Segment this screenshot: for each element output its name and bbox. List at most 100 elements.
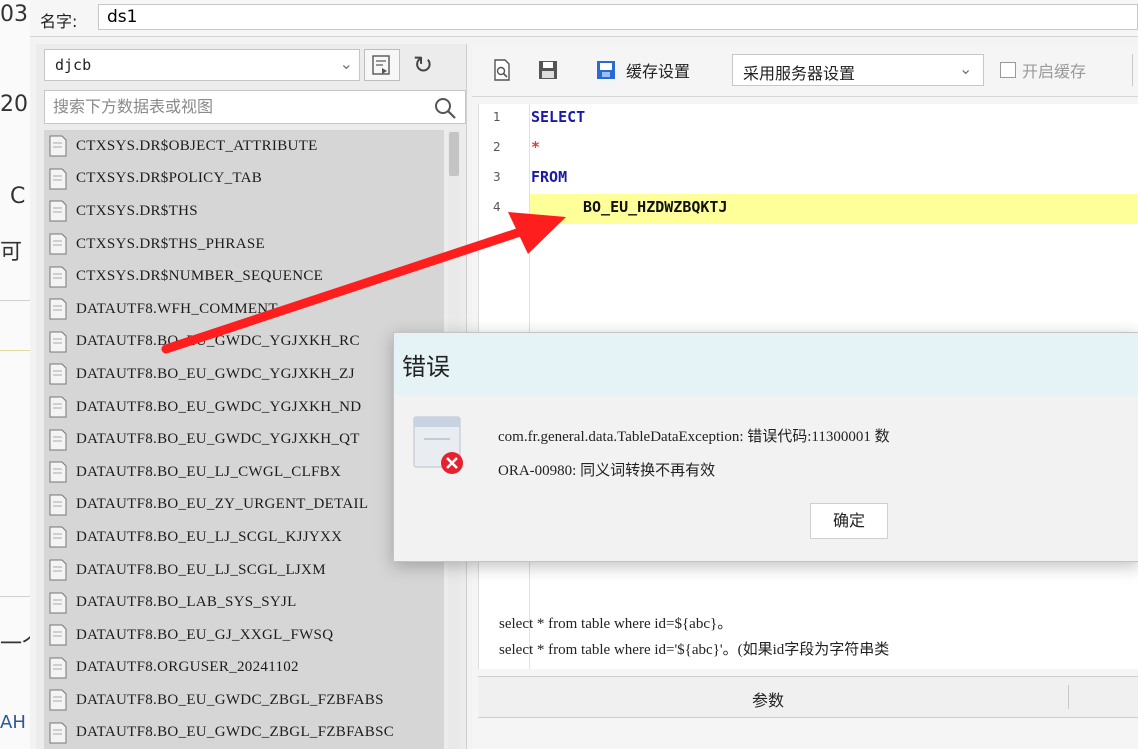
refresh-icon[interactable]: ↻ [408,48,438,82]
table-icon [49,657,67,679]
background-text: AH [0,712,26,733]
preview-sql-icon[interactable] [490,58,514,82]
table-icon [49,461,67,483]
parameters-header: 参数 [478,676,1138,718]
table-name: DATAUTF8.BO_EU_GWDC_ZBGL_FZBFABS [76,691,384,708]
background-divider [0,300,30,301]
table-name: CTXSYS.DR$THS [76,202,198,219]
table-name: CTXSYS.DR$NUMBER_SEQUENCE [76,268,324,285]
error-icon [413,416,463,474]
enable-cache-label: 开启缓存 [1022,62,1087,81]
dialog-title: 错误 [402,353,450,381]
table-name: CTXSYS.DR$OBJECT_ATTRIBUTE [76,137,318,154]
table-name: DATAUTF8.BO_EU_ZY_URGENT_DETAIL [76,496,369,513]
table-list-item[interactable]: DATAUTF8.BO_EU_GWDC_YGJXKH_RC [44,325,444,359]
table-list-item[interactable]: DATAUTF8.BO_EU_GWDC_YGJXKH_ZJ [44,358,444,391]
line-number: 4 [493,200,501,214]
connection-select[interactable]: djcb ⌄ [44,49,360,81]
error-dialog: 错误 com.fr.general.data.TableDataExceptio… [393,332,1138,562]
table-name: DATAUTF8.BO_EU_GWDC_ZBGL_FZBFABSC [76,724,395,741]
table-name: CTXSYS.DR$THS_PHRASE [76,235,265,252]
line-number: 1 [493,110,501,124]
table-icon [49,494,67,516]
table-list-item[interactable]: DATAUTF8.BO_EU_LJ_SCGL_LJXM [44,553,444,587]
checkbox-icon [1000,62,1016,78]
background-divider [0,596,30,597]
table-name: DATAUTF8.BO_EU_GWDC_YGJXKH_QT [76,431,360,448]
line-number: 3 [493,170,501,184]
background-text: 一个 [0,632,30,657]
background-text: 20 [0,92,28,117]
connection-value: djcb [55,56,92,74]
table-icon [49,233,67,255]
sql-line: FROM [531,168,568,186]
table-icon [49,526,67,548]
cache-mode-value: 采用服务器设置 [743,64,856,83]
table-icon [49,168,67,190]
table-icon [49,624,67,646]
sql-line: BO_EU_HZDWZBQKTJ [583,198,728,216]
table-icon [49,592,67,614]
save-icon[interactable] [536,58,560,82]
table-list-item[interactable]: CTXSYS.DR$OBJECT_ATTRIBUTE [44,130,444,163]
table-icon [49,331,67,353]
cache-settings-label: 缓存设置 [626,62,691,81]
column-divider [1068,685,1069,709]
table-list-item[interactable]: CTXSYS.DR$THS_PHRASE [44,227,444,261]
table-name: DATAUTF8.BO_EU_LJ_SCGL_LJXM [76,561,326,578]
table-name: DATAUTF8.BO_EU_LJ_CWGL_CLFBX [76,463,342,480]
table-icon [49,363,67,385]
parameters-label: 参数 [752,691,785,710]
table-name: DATAUTF8.BO_EU_GWDC_YGJXKH_RC [76,333,360,350]
sql-line: SELECT [531,108,586,126]
toolbar-divider [1132,54,1133,86]
table-list-item[interactable]: DATAUTF8.BO_EU_GJ_XXGL_FWSQ [44,618,444,652]
dialog-title-bar[interactable]: 错误 [394,333,1138,395]
table-name: DATAUTF8.BO_EU_LJ_SCGL_KJJYXX [76,528,343,545]
table-list-item[interactable]: DATAUTF8.BO_LAB_SYS_SYJL [44,586,444,619]
table-name: DATAUTF8.ORGUSER_20241102 [76,659,299,676]
table-icon [49,298,67,320]
table-list-item[interactable]: DATAUTF8.BO_EU_GWDC_YGJXKH_ND [44,390,444,424]
table-name: DATAUTF8.BO_EU_GWDC_YGJXKH_ZJ [76,365,355,382]
table-list-item[interactable]: CTXSYS.DR$THS [44,195,444,228]
table-list-item[interactable]: DATAUTF8.BO_EU_LJ_CWGL_CLFBX [44,455,444,489]
background-divider [0,350,30,351]
table-list-item[interactable]: CTXSYS.DR$POLICY_TAB [44,162,444,196]
table-search-box [44,90,466,124]
scrollbar-thumb[interactable] [449,132,459,176]
table-list-item[interactable]: DATAUTF8.BO_EU_GWDC_ZBGL_FZBFABSC [44,716,444,749]
name-label: 名字: [40,12,78,31]
background-window: 03 20 C 可 一个 AH [0,0,31,749]
table-icon [49,396,67,418]
sql-line: * [531,138,541,156]
cache-settings-icon[interactable] [594,58,618,82]
table-icon [49,266,67,288]
table-search-input[interactable] [51,96,415,117]
table-list-item[interactable]: DATAUTF8.BO_EU_ZY_URGENT_DETAIL [44,488,444,522]
preview-connection-button[interactable] [364,49,400,81]
preview-icon [372,55,390,75]
chevron-down-icon: ⌄ [959,59,973,78]
enable-cache-checkbox[interactable]: 开启缓存 [1000,58,1086,82]
table-icon [49,135,67,157]
cache-mode-select[interactable]: 采用服务器设置 ⌄ [732,54,984,86]
background-text: C [10,184,26,209]
table-list-item[interactable]: DATAUTF8.BO_EU_GWDC_YGJXKH_QT [44,423,444,456]
table-name: DATAUTF8.BO_EU_GJ_XXGL_FWSQ [76,626,334,643]
table-name: CTXSYS.DR$POLICY_TAB [76,170,263,187]
error-message-line: com.fr.general.data.TableDataException: … [498,429,890,445]
search-icon[interactable] [433,96,457,120]
dataset-name-input[interactable] [98,4,1138,30]
ok-button[interactable]: 确定 [810,503,888,539]
table-icon [49,200,67,222]
table-list-item[interactable]: DATAUTF8.BO_EU_LJ_SCGL_KJJYXX [44,521,444,554]
table-list-item[interactable]: CTXSYS.DR$NUMBER_SEQUENCE [44,260,444,293]
parameter-hint: select * from table where id='${abc}'。(如… [499,642,890,658]
chevron-down-icon: ⌄ [339,54,353,73]
error-message-line: ORA-00980: 同义词转换不再有效 [498,463,716,479]
table-list-item[interactable]: DATAUTF8.WFH_COMMENT [44,292,444,326]
table-list-item[interactable]: DATAUTF8.ORGUSER_20241102 [44,651,444,685]
line-number: 2 [493,140,501,154]
table-list-item[interactable]: DATAUTF8.BO_EU_GWDC_ZBGL_FZBFABS [44,684,444,717]
